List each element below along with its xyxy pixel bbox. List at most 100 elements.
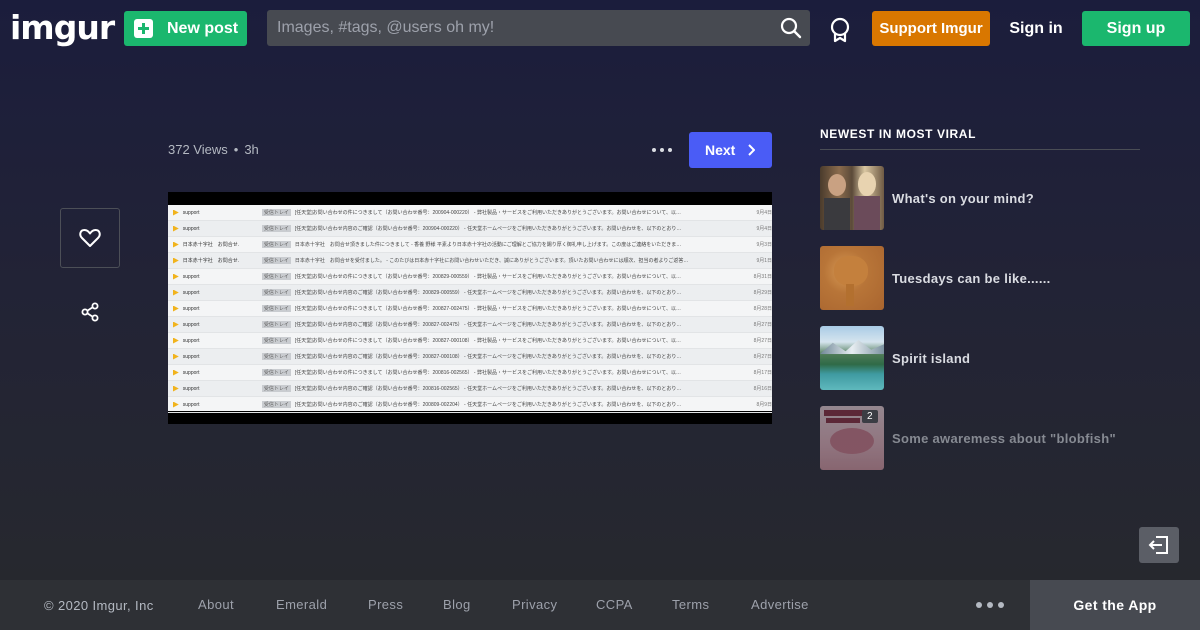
importance-marker-icon — [173, 353, 179, 360]
viral-item[interactable]: 2 Some awaremess about "blobfish" — [820, 406, 1140, 470]
email-label: 受信トレイ — [261, 289, 291, 296]
email-date: 8月28日 — [753, 306, 772, 312]
viral-item[interactable]: Tuesdays can be like...... — [820, 246, 1140, 310]
viral-thumbnail — [820, 246, 884, 310]
search-bar — [267, 10, 810, 46]
email-subject: [任天堂]お問い合わせの件につきまして（お問い合わせ番号：200829-0005… — [294, 274, 682, 280]
footer-link-terms[interactable]: Terms — [672, 597, 709, 612]
email-sender: support — [182, 305, 200, 312]
email-row: support 受信トレイ [任天堂]お問い合わせ内容のご確認（お問い合わせ番号：2… — [168, 317, 772, 333]
importance-marker-icon — [173, 369, 179, 376]
email-subject: [任天堂]お問い合わせの件につきまして（お問い合わせ番号：200904-0002… — [294, 210, 682, 216]
viral-title: What's on your mind? — [892, 190, 1034, 206]
footer-link-blog[interactable]: Blog — [443, 597, 471, 612]
email-label: 受信トレイ — [261, 353, 291, 360]
search-icon[interactable] — [780, 17, 802, 39]
email-sender: support — [182, 369, 200, 376]
email-sender: support — [182, 209, 200, 216]
footer-link-press[interactable]: Press — [368, 597, 403, 612]
viral-title: Tuesdays can be like...... — [892, 270, 1051, 286]
importance-marker-icon — [173, 289, 179, 296]
email-date: 8月17日 — [753, 370, 772, 376]
imgur-logo[interactable]: imgur — [10, 8, 115, 47]
email-row: support 受信トレイ [任天堂]お問い合わせ内容のご確認（お問い合わせ番号：2… — [168, 349, 772, 365]
email-sender: support — [182, 273, 200, 280]
more-dots-icon[interactable] — [976, 602, 1004, 608]
exit-icon — [1148, 536, 1168, 554]
email-sender: support — [182, 337, 200, 344]
medal-icon[interactable] — [829, 17, 851, 43]
next-button[interactable]: Next — [689, 132, 772, 168]
email-label: 受信トレイ — [261, 369, 291, 376]
favorite-button[interactable] — [60, 208, 120, 268]
email-row: support 受信トレイ [任天堂]お問い合わせの件につきまして（お問い合わせ番号… — [168, 365, 772, 381]
top-bar: imgur New post Support Imgur Sign in Sig… — [0, 0, 1200, 56]
email-subject: [任天堂]お問い合わせ内容のご確認（お問い合わせ番号：200827-002475… — [294, 322, 682, 328]
email-sender: 日本赤十字社 お問合せ. — [182, 242, 240, 248]
chevron-right-icon — [748, 144, 756, 156]
importance-marker-icon — [173, 385, 179, 392]
sign-up-button[interactable]: Sign up — [1082, 11, 1190, 46]
email-row: 日本赤十字社 お問合せ. 受信トレイ 日本赤十字社 お問合せを受付ました。 - この… — [168, 253, 772, 269]
email-sender: support — [182, 321, 200, 328]
email-date: 8月29日 — [753, 290, 772, 296]
footer-link-emerald[interactable]: Emerald — [276, 597, 327, 612]
search-input[interactable] — [267, 10, 767, 46]
email-row: support 受信トレイ [任天堂]お問い合わせ内容のご確認（お問い合わせ番号：2… — [168, 397, 772, 413]
email-subject: [任天堂]お問い合わせ内容のご確認（お問い合わせ番号：200809-002204… — [294, 402, 682, 408]
email-label: 受信トレイ — [261, 257, 291, 264]
email-row: support 受信トレイ [任天堂]お問い合わせの件につきまして（お問い合わせ番号… — [168, 301, 772, 317]
viral-item[interactable]: Spirit island — [820, 326, 1140, 390]
post-image[interactable]: support 受信トレイ [任天堂]お問い合わせの件につきまして（お問い合わせ番号… — [168, 192, 772, 424]
new-post-button[interactable]: New post — [124, 11, 247, 46]
email-subject: [任天堂]お問い合わせの件につきまして（お問い合わせ番号：200816-0025… — [294, 370, 682, 376]
footer-link-ccpa[interactable]: CCPA — [596, 597, 633, 612]
importance-marker-icon — [173, 305, 179, 312]
meta-separator: • — [233, 142, 239, 157]
email-date: 8月31日 — [753, 274, 772, 280]
footer-link-advertise[interactable]: Advertise — [751, 597, 809, 612]
view-count: 372 Views — [168, 142, 228, 157]
sign-in-button[interactable]: Sign in — [1002, 11, 1070, 46]
email-row: support 受信トレイ [任天堂]お問い合わせ内容のご確認（お問い合わせ番号：2… — [168, 285, 772, 301]
importance-marker-icon — [173, 337, 179, 344]
email-label: 受信トレイ — [261, 241, 291, 248]
email-date: 8月27日 — [753, 354, 772, 360]
new-post-label: New post — [167, 19, 239, 37]
importance-marker-icon — [173, 225, 179, 232]
viral-thumbnail — [820, 166, 884, 230]
email-subject: [任天堂]お問い合わせ内容のご確認（お問い合わせ番号：200829-000559… — [294, 290, 682, 296]
email-sender: support — [182, 385, 200, 392]
sidebar-title: NEWEST IN MOST VIRAL — [820, 127, 976, 141]
viral-item[interactable]: What's on your mind? — [820, 166, 1140, 230]
email-sender: support — [182, 289, 200, 296]
email-row: support 受信トレイ [任天堂]お問い合わせ内容のご確認（お問い合わせ番号：2… — [168, 221, 772, 237]
exit-button[interactable] — [1139, 527, 1179, 563]
share-icon[interactable] — [80, 302, 100, 322]
email-date: 8月9日 — [756, 402, 772, 408]
post-meta: 372 Views • 3h — [168, 142, 259, 157]
email-row: support 受信トレイ [任天堂]お問い合わせの件につきまして（お問い合わせ番号… — [168, 205, 772, 221]
email-sender: support — [182, 401, 200, 408]
importance-marker-icon — [173, 209, 179, 216]
importance-marker-icon — [173, 273, 179, 280]
get-the-app-button[interactable]: Get the App — [1030, 580, 1200, 630]
email-date: 9月4日 — [756, 210, 772, 216]
email-label: 受信トレイ — [261, 209, 291, 216]
sidebar-divider — [820, 149, 1140, 150]
plus-icon — [134, 19, 153, 38]
footer-link-privacy[interactable]: Privacy — [512, 597, 557, 612]
email-subject: [任天堂]お問い合わせの件につきまして（お問い合わせ番号：200827-0024… — [294, 306, 682, 312]
more-icon[interactable] — [652, 143, 672, 157]
image-count-badge: 2 — [862, 410, 878, 423]
email-subject: [任天堂]お問い合わせの件につきまして（お問い合わせ番号：200827-0001… — [294, 338, 682, 344]
email-date: 8月27日 — [753, 322, 772, 328]
email-subject: [任天堂]お問い合わせ内容のご確認（お問い合わせ番号：200816-002565… — [294, 386, 682, 392]
importance-marker-icon — [173, 401, 179, 408]
next-label: Next — [705, 142, 736, 158]
email-row: 日本赤十字社 お問合せ. 受信トレイ 日本赤十字社 お問合せ頂きました件につきまして… — [168, 237, 772, 253]
email-subject: [任天堂]お問い合わせ内容のご確認（お問い合わせ番号：200827-000108… — [294, 354, 682, 360]
footer-link-about[interactable]: About — [198, 597, 234, 612]
support-imgur-button[interactable]: Support Imgur — [872, 11, 990, 46]
email-label: 受信トレイ — [261, 321, 291, 328]
